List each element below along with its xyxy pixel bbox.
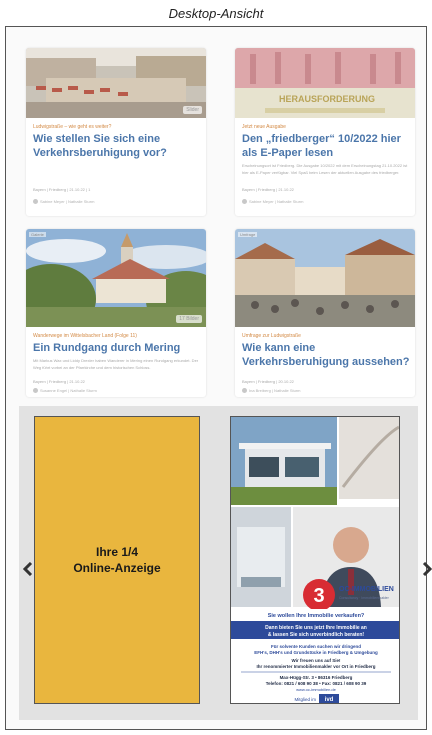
image-tag: Galerie <box>29 232 46 237</box>
article-image <box>26 229 206 327</box>
article-author: Susanne Engel | Nathalie Sturm <box>33 388 97 394</box>
article-title[interactable]: Den „friedberger“ 10/2022 hier als E-Pap… <box>242 132 410 160</box>
article-title[interactable]: Wie kann eine Verkehrsberuhigung aussehe… <box>242 341 410 369</box>
article-title[interactable]: Wie stellen Sie sich eine Verkehrsberuhi… <box>33 132 201 160</box>
author-avatar <box>242 388 247 394</box>
article-author: Sabine Meyer | Nathalie Sturm <box>33 199 95 205</box>
ad-address-1: Max-Hügg-Str. 3 • 86316 Friedberg <box>280 675 353 680</box>
image-text: HERAUSFORDERUNG <box>279 94 375 104</box>
article-card[interactable]: Slider Ludwigstraße – wie geht es weiter… <box>26 48 206 216</box>
chevron-right-icon[interactable] <box>422 562 432 576</box>
article-author: Ina Breiberg | Nathalie Sturm <box>242 388 301 394</box>
ad-placeholder[interactable]: Ihre 1/4 Online-Anzeige <box>34 416 200 704</box>
article-meta: Bayern | Friedberg | 21.10.22 <box>33 379 85 384</box>
ad-brand: OC-IMMOBILIEN <box>339 586 394 593</box>
ad-white-line-1: Für solvente Kunden suchen wir dringend <box>271 644 361 649</box>
article-kicker: Ludwigstraße – wie geht es weiter? <box>33 124 112 130</box>
article-excerpt: Mit Markus Wax und Liddy Drexler haben W… <box>33 358 199 370</box>
article-meta: Bayern | Friedberg | 20.10.22 <box>242 379 294 384</box>
view-caption: Desktop-Ansicht <box>168 6 264 21</box>
article-title[interactable]: Ein Rundgang durch Mering <box>33 341 201 355</box>
article-meta: Bayern | Friedberg | 21.10.22 <box>242 187 294 192</box>
ad-white-line-4: Ihr renommierter Immobilienmakler vor Or… <box>256 664 375 669</box>
author-avatar <box>33 388 38 394</box>
image-badge: 17 Bilder <box>176 315 202 323</box>
article-image <box>26 48 206 118</box>
ad-member: Mitglied im <box>294 697 316 702</box>
article-author: Sabine Meyer | Nathalie Sturm <box>242 199 304 205</box>
ad-carousel: Ihre 1/4 Online-Anzeige 3 OC-IMMOBILIEN … <box>19 406 418 720</box>
article-excerpt: Erscheinungsort ist Friedberg. Die Ausga… <box>242 163 408 175</box>
author-names: Sabine Meyer | Nathalie Sturm <box>40 199 95 204</box>
article-meta: Bayern | Friedberg | 21.10.22 | 1 <box>33 187 91 192</box>
article-card[interactable]: Galerie 17 Bilder Wanderwege im Wittelsb… <box>26 229 206 397</box>
author-avatar <box>242 199 247 205</box>
author-names: Ina Breiberg | Nathalie Sturm <box>249 388 301 393</box>
ad-band-line-2: & lassen Sie sich unverbindlich beraten! <box>268 632 364 638</box>
real-estate-ad[interactable]: 3 OC-IMMOBILIEN Consultancy · Immobilien… <box>230 416 400 704</box>
author-names: Susanne Engel | Nathalie Sturm <box>40 388 97 393</box>
article-image: HERAUSFORDERUNG <box>235 48 415 118</box>
author-names: Sabine Meyer | Nathalie Sturm <box>249 199 304 204</box>
ad-address-2: Telefon: 0821 / 608 90 38 • Fax: 0821 / … <box>266 681 367 686</box>
article-card[interactable]: Umfrage Umfrage zur Ludwigstraße Wie kan… <box>235 229 415 397</box>
ad-address-3: www.oc-immobilien.de <box>296 687 337 692</box>
ad-white-line-2: EFH's, DHH's und Grundstücke in Friedber… <box>254 650 378 655</box>
article-image <box>235 229 415 327</box>
image-tag: Umfrage <box>238 232 258 237</box>
ad-question: Sie wollen Ihre Immobilie verkaufen? <box>268 613 365 619</box>
ad-brand-sub: Consultancy · Immobilienmakler <box>339 596 390 600</box>
ad-band-line-1: Dann bieten Sie uns jetzt Ihre Immobilie… <box>265 625 367 631</box>
author-avatar <box>33 199 38 205</box>
chevron-left-icon[interactable] <box>23 562 33 576</box>
ivd-logo: ivd <box>325 697 334 703</box>
image-badge: Slider <box>183 106 202 114</box>
article-card[interactable]: HERAUSFORDERUNG Jetzt neue Ausgabe Den „… <box>235 48 415 216</box>
ad-white-line-3: Wir freuen uns auf Sie! <box>292 658 341 663</box>
article-kicker: Wanderwege im Wittelsbacher Land (Folge … <box>33 333 137 339</box>
ad-placeholder-text: Ihre 1/4 Online-Anzeige <box>73 545 161 575</box>
ad-number: 3 <box>313 585 324 607</box>
article-kicker: Umfrage zur Ludwigstraße <box>242 333 301 339</box>
article-kicker: Jetzt neue Ausgabe <box>242 124 286 130</box>
